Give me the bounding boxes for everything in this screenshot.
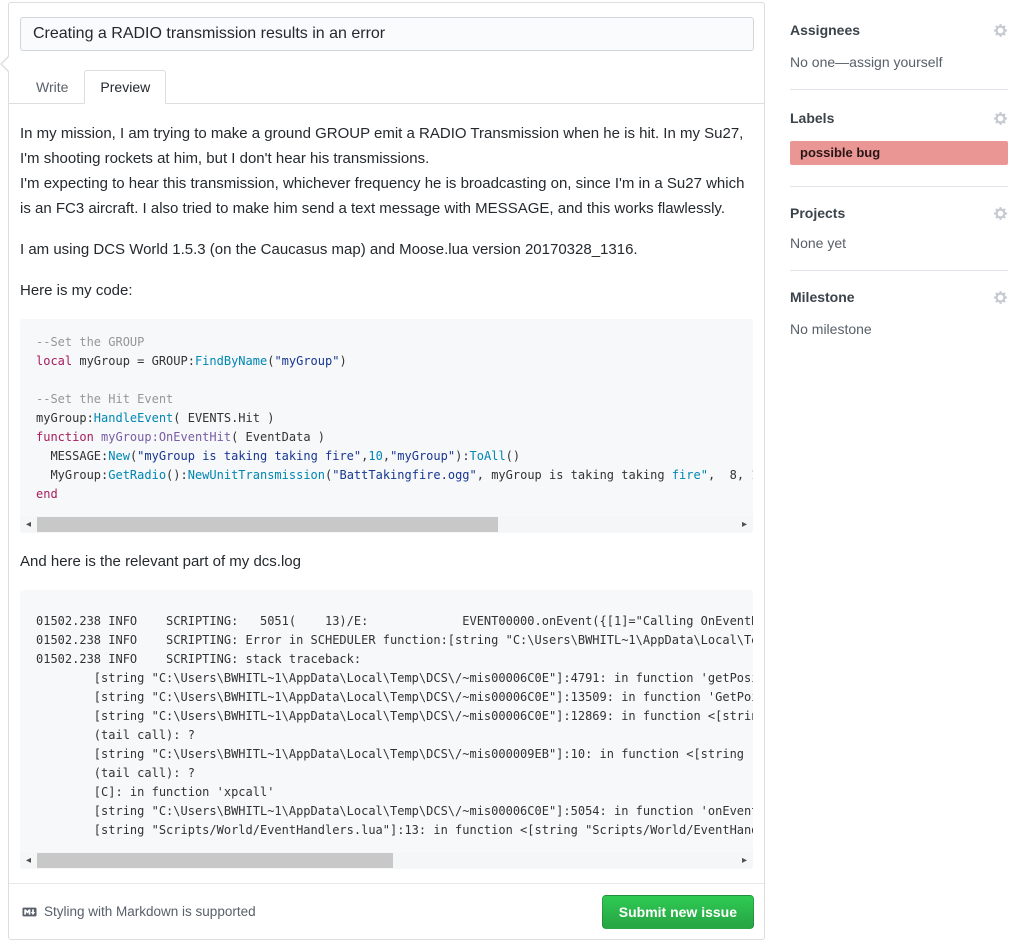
label-possible-bug: possible bug — [790, 141, 1008, 165]
assignees-section-header[interactable]: Assignees — [790, 22, 1008, 38]
log-scrollbar-thumb[interactable] — [37, 853, 393, 868]
labels-title: Labels — [790, 110, 834, 126]
code-horizontal-scrollbar[interactable]: ◂ ▸ — [20, 516, 753, 533]
lua-code: --Set the GROUPlocal myGroup = GROUP:Fin… — [36, 333, 753, 504]
code-scrollbar-track[interactable] — [37, 516, 736, 533]
paragraph-log-intro: And here is the relevant part of my dcs.… — [20, 549, 753, 574]
form-footer: Styling with Markdown is supported Submi… — [9, 883, 764, 939]
milestone-value: No milestone — [790, 321, 1008, 337]
assignees-title: Assignees — [790, 22, 860, 38]
projects-section-header[interactable]: Projects — [790, 205, 1008, 221]
gear-icon[interactable] — [993, 23, 1008, 38]
labels-section-header[interactable]: Labels — [790, 110, 1008, 126]
log-horizontal-scrollbar[interactable]: ◂ ▸ — [20, 852, 753, 869]
issue-form-box: WritePreview In my mission, I am trying … — [8, 2, 765, 940]
scroll-left-arrow-icon[interactable]: ◂ — [20, 852, 37, 869]
assign-yourself-link[interactable]: assign yourself — [849, 54, 942, 70]
paragraph-mission-line1: In my mission, I am trying to make a gro… — [20, 125, 743, 167]
gear-icon[interactable] — [993, 290, 1008, 305]
code-scrollbar-thumb[interactable] — [37, 517, 498, 532]
markdown-icon — [21, 905, 38, 919]
dcs-log-block: 01502.238 INFO SCRIPTING: 5051( 13)/E: E… — [20, 590, 753, 869]
paragraph-code-intro: Here is my code: — [20, 278, 753, 303]
milestone-title: Milestone — [790, 289, 855, 305]
scroll-right-arrow-icon[interactable]: ▸ — [736, 516, 753, 533]
submit-new-issue-button[interactable]: Submit new issue — [602, 895, 754, 929]
lua-code-block: --Set the GROUPlocal myGroup = GROUP:Fin… — [20, 319, 753, 533]
milestone-section-header[interactable]: Milestone — [790, 289, 1008, 305]
gear-icon[interactable] — [993, 111, 1008, 126]
dcs-log-text: 01502.238 INFO SCRIPTING: 5051( 13)/E: E… — [36, 612, 753, 840]
tab-write[interactable]: Write — [20, 70, 84, 104]
projects-title: Projects — [790, 205, 845, 221]
sidebar-divider — [790, 186, 1008, 187]
preview-rendered-body: In my mission, I am trying to make a gro… — [9, 104, 764, 869]
assignees-no-one-text: No one— — [790, 54, 849, 70]
tab-preview[interactable]: Preview — [84, 70, 166, 104]
paragraph-mission-line2: I'm expecting to hear this transmission,… — [20, 175, 744, 217]
scroll-right-arrow-icon[interactable]: ▸ — [736, 852, 753, 869]
gear-icon[interactable] — [993, 206, 1008, 221]
sidebar-divider — [790, 89, 1008, 90]
markdown-supported-label: Styling with Markdown is supported — [44, 904, 256, 919]
log-scrollbar-track[interactable] — [37, 852, 736, 869]
write-preview-tabnav: WritePreview — [9, 69, 764, 104]
issue-sidebar: Assignees No one—assign yourself Labels … — [790, 0, 1008, 337]
assignees-value: No one—assign yourself — [790, 54, 1008, 70]
markdown-supported-link[interactable]: Styling with Markdown is supported — [21, 904, 256, 919]
comment-box-caret-fill — [2, 57, 9, 71]
sidebar-divider — [790, 270, 1008, 271]
paragraph-mission: In my mission, I am trying to make a gro… — [20, 121, 753, 221]
scroll-left-arrow-icon[interactable]: ◂ — [20, 516, 37, 533]
projects-value: None yet — [790, 235, 1008, 251]
paragraph-versions: I am using DCS World 1.5.3 (on the Cauca… — [20, 237, 753, 262]
issue-title-input[interactable] — [20, 17, 754, 51]
